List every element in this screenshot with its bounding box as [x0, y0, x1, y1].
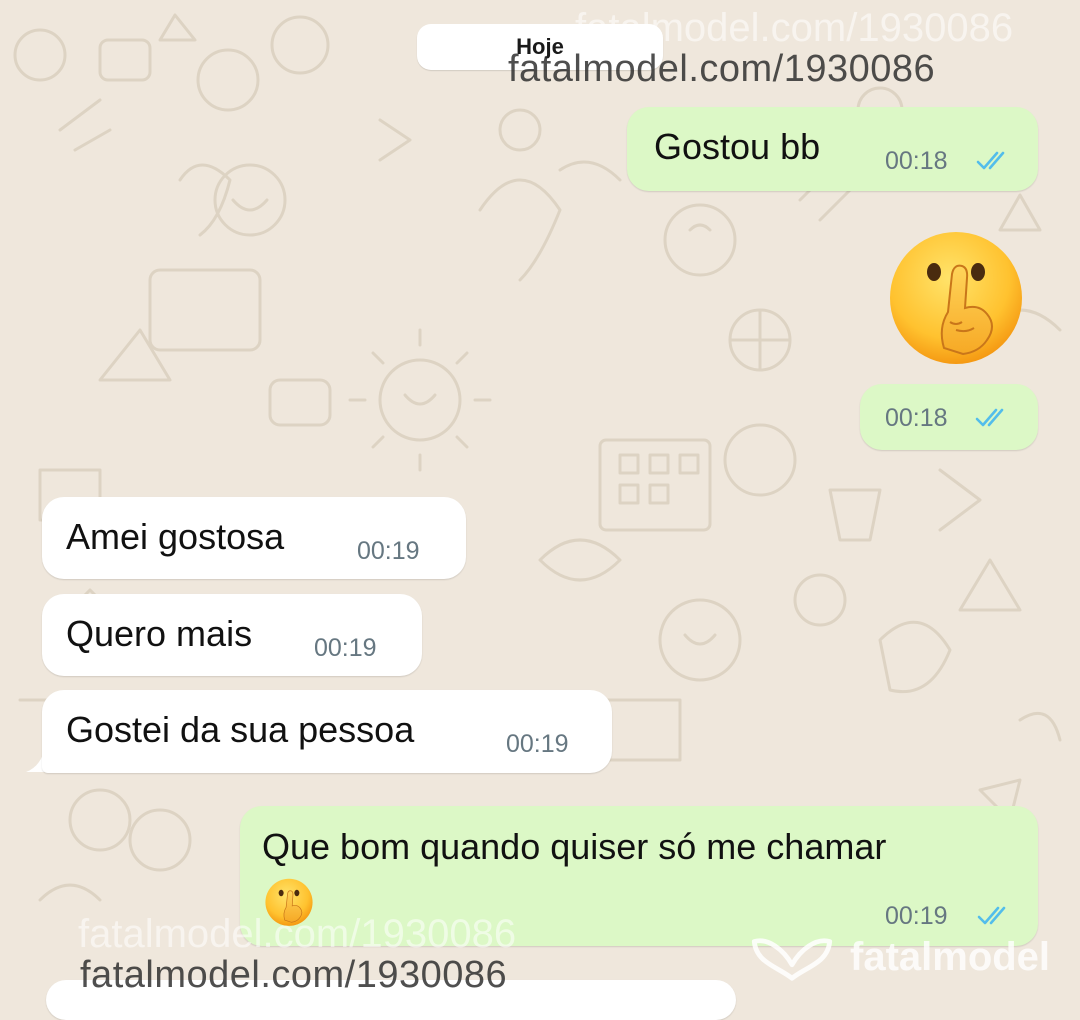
outgoing-message[interactable]: Que bom quando quiser só me chamar 00:19	[240, 806, 1038, 946]
shushing-face-emoji-icon	[890, 232, 1022, 364]
date-separator: Hoje	[417, 24, 663, 70]
message-text: Amei gostosa	[66, 516, 285, 557]
date-separator-label: Hoje	[516, 34, 564, 59]
message-text: Gostou bb	[654, 126, 821, 167]
read-ticks-icon	[976, 151, 1005, 170]
message-time: 00:18	[885, 147, 948, 175]
message-text: Quero mais	[66, 613, 253, 654]
message-time: 00:19	[885, 902, 948, 930]
message-text: Que bom quando quiser só me chamar	[262, 826, 887, 867]
message-text: Gostei da sua pessoa	[66, 709, 415, 750]
incoming-message[interactable]: Amei gostosa 00:19	[42, 497, 466, 579]
outgoing-message[interactable]: 00:18	[860, 384, 1038, 450]
incoming-message[interactable]: Quero mais 00:19	[42, 594, 422, 676]
message-time: 00:19	[357, 537, 420, 565]
read-ticks-icon	[975, 408, 1004, 427]
read-ticks-icon	[977, 906, 1006, 925]
message-time: 00:19	[314, 634, 377, 662]
brand-logo-icon	[751, 938, 833, 981]
outgoing-message[interactable]: Gostou bb 00:18	[627, 107, 1038, 191]
incoming-message[interactable]: Gostei da sua pessoa 00:19	[42, 690, 612, 773]
shushing-face-emoji-icon	[265, 878, 313, 926]
incoming-message-partial[interactable]	[46, 980, 736, 1020]
message-time: 00:18	[885, 404, 948, 432]
message-time: 00:19	[506, 730, 569, 758]
